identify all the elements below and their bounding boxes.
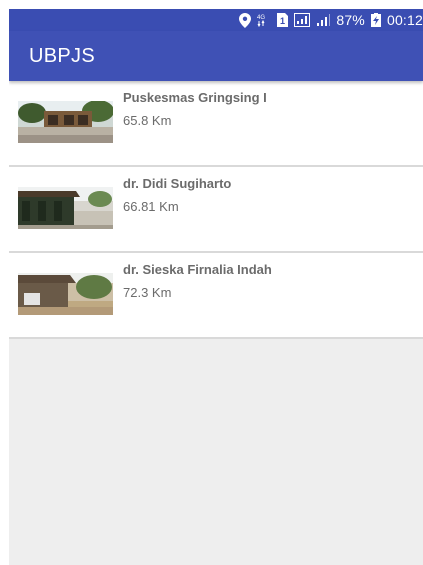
facility-distance: 66.81 Km [123,199,179,214]
app-title: UBPJS [29,44,95,67]
network-4g-label: 4G [257,15,265,21]
battery-percent: 87% [336,12,365,28]
facility-distance: 65.8 Km [123,113,172,128]
facility-distance: 72.3 Km [123,285,172,300]
facility-name: dr. Sieska Firnalia Indah [123,262,272,277]
facility-name: Puskesmas Gringsing I [123,90,267,105]
list-item[interactable]: dr. Didi Sugiharto 66.81 Km [9,167,423,253]
facility-name: dr. Didi Sugiharto [123,176,232,191]
location-icon [239,12,252,28]
status-bar: 4G 1 87% 00:12 [9,9,423,31]
list-item[interactable]: dr. Sieska Firnalia Indah 72.3 Km [9,253,423,339]
app-screen: 4G 1 87% 00:12 UBPJS Puskesmas Gringsing… [9,9,423,565]
network-4g-icon: 4G [257,13,271,27]
list-item-text: dr. Sieska Firnalia Indah 72.3 Km [123,262,272,300]
battery-charging-icon [370,13,381,27]
list-item-text: dr. Didi Sugiharto 66.81 Km [123,176,231,214]
clock: 00:12 [386,12,423,28]
list-item-text: Puskesmas Gringsing I 65.8 Km [123,90,267,128]
list-item[interactable]: Puskesmas Gringsing I 65.8 Km [9,81,423,167]
sim-icon: 1 [277,13,289,27]
signal-icon [316,13,331,27]
facility-list: Puskesmas Gringsing I 65.8 Km dr. Didi S… [9,81,423,339]
signal-icon [294,13,311,27]
app-bar: UBPJS [9,31,423,81]
sim-label: 1 [280,16,285,26]
street-photo [18,187,113,229]
building-photo [18,101,113,143]
house-photo [18,273,113,315]
